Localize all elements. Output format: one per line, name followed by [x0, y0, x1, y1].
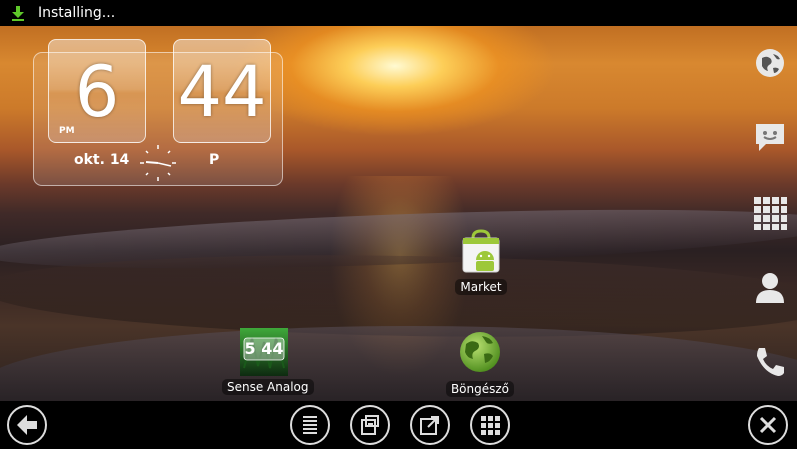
- analog-clock-icon: [140, 145, 176, 181]
- ampm-label: PM: [59, 126, 75, 136]
- sense-analog-time: 5 44: [244, 339, 284, 358]
- market-icon: [457, 228, 505, 276]
- sense-analog-shortcut[interactable]: 5 44 Sense Analog: [222, 328, 314, 395]
- list-button[interactable]: [290, 405, 330, 445]
- browser-label: Böngésző: [445, 381, 515, 397]
- contacts-icon[interactable]: [753, 270, 787, 304]
- clock-widget[interactable]: 6 PM 44 okt. 14 P: [33, 39, 283, 186]
- weekday-label: P: [209, 152, 220, 168]
- back-icon: [17, 415, 37, 435]
- list-icon: [303, 416, 317, 434]
- globe-icon[interactable]: [753, 46, 787, 80]
- minutes-digit: 44: [177, 51, 267, 133]
- back-button[interactable]: [7, 405, 47, 445]
- wave: [0, 326, 797, 401]
- browser-shortcut[interactable]: Böngésző: [440, 330, 520, 397]
- copy-icon: [361, 415, 379, 435]
- bottom-toolbar: [0, 401, 797, 449]
- hours-card: 6 PM: [48, 39, 146, 143]
- market-label: Market: [455, 279, 507, 295]
- copy-button[interactable]: [350, 405, 390, 445]
- date-label: okt. 14: [74, 152, 130, 168]
- status-text: Installing...: [38, 5, 116, 21]
- app-grid-icon[interactable]: [753, 196, 787, 230]
- market-shortcut[interactable]: Market: [446, 228, 516, 295]
- download-icon: [10, 5, 26, 21]
- phone-icon[interactable]: [753, 345, 787, 379]
- sense-analog-clock-icon: 5 44: [240, 328, 288, 376]
- grid-icon: [481, 416, 500, 435]
- minutes-card: 44: [173, 39, 271, 143]
- close-icon: [759, 416, 777, 434]
- grid-button[interactable]: [470, 405, 510, 445]
- close-button[interactable]: [748, 405, 788, 445]
- sense-analog-label: Sense Analog: [222, 379, 314, 395]
- hours-digit: 6: [74, 51, 120, 133]
- browser-globe-icon: [456, 330, 504, 378]
- external-icon: [420, 416, 439, 435]
- external-button[interactable]: [410, 405, 450, 445]
- messaging-icon[interactable]: [753, 120, 787, 154]
- status-bar[interactable]: Installing...: [0, 0, 797, 26]
